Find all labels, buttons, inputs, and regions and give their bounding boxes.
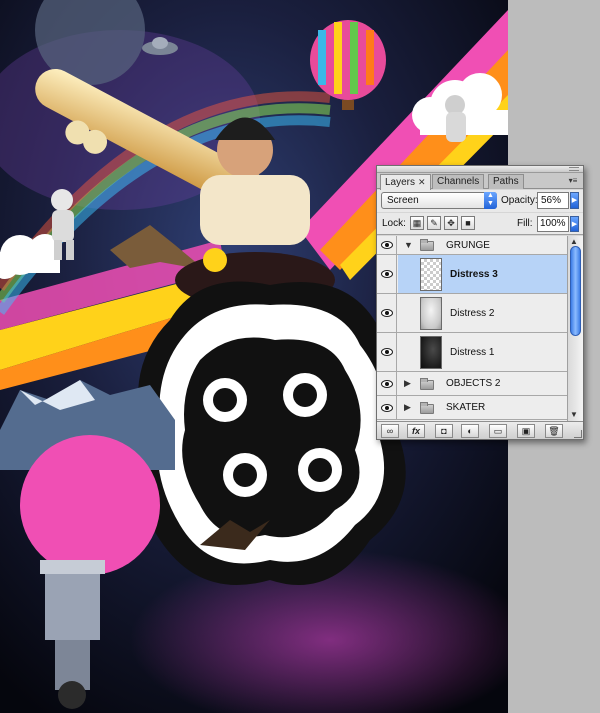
tab-layers[interactable]: Layers ✕	[380, 174, 431, 190]
folder-icon	[420, 239, 434, 251]
big-air-logo	[133, 281, 412, 585]
layer-name: Distress 2	[450, 308, 495, 319]
collapse-grip-icon[interactable]	[569, 167, 579, 171]
adjustment-layer-icon[interactable]: ◐	[461, 424, 479, 438]
tab-paths-label: Paths	[493, 176, 519, 187]
panel-tabs: Layers ✕ Channels Paths ▾≡	[377, 173, 583, 190]
tab-channels[interactable]: Channels	[432, 174, 485, 189]
layers-list: ▼ GRUNGE Distress 3 Distress 2 Distress …	[377, 236, 567, 421]
layer-name: SKATER	[446, 402, 486, 413]
collapsed-triangle-icon[interactable]: ▶	[404, 378, 411, 389]
lock-label: Lock:	[382, 218, 406, 229]
layer-name: Distress 1	[450, 347, 495, 358]
scroll-up-icon[interactable]: ▲	[570, 237, 578, 246]
blend-mode-select[interactable]: Screen ▲ ▼	[381, 192, 497, 209]
tab-paths[interactable]: Paths	[488, 174, 524, 189]
lock-row: Lock: ▦ ✎ ✥ ■ Fill: 100% ▶	[377, 213, 583, 235]
layer-group-objects-2[interactable]: ▶ OBJECTS 2	[377, 372, 567, 396]
opacity-input[interactable]: 56%	[537, 192, 569, 209]
layer-thumbnail	[420, 297, 442, 330]
folder-icon	[420, 402, 434, 414]
opacity-value: 56%	[541, 195, 562, 206]
layers-scrollbar[interactable]: ▲ ▼	[567, 236, 583, 421]
layer-group-skater[interactable]: ▶ SKATER	[377, 396, 567, 420]
tab-layers-label: Layers	[385, 177, 416, 188]
lock-all-icon[interactable]: ■	[461, 216, 475, 230]
fx-icon[interactable]: fx	[407, 424, 425, 438]
layer-name: GRUNGE	[446, 240, 490, 251]
fx-label: fx	[411, 426, 420, 436]
eye-icon[interactable]	[381, 270, 393, 278]
folder-icon	[420, 378, 434, 390]
eye-icon[interactable]	[381, 348, 393, 356]
scroll-down-icon[interactable]: ▼	[570, 410, 578, 419]
new-layer-icon[interactable]: ▣	[517, 424, 535, 438]
scroll-thumb[interactable]	[570, 246, 581, 336]
layer-thumbnail	[420, 336, 442, 369]
trash-icon[interactable]: 🗑	[545, 424, 563, 438]
lock-position-icon[interactable]: ✥	[444, 216, 458, 230]
yellow-dot	[203, 248, 227, 272]
collapsed-triangle-icon[interactable]: ▶	[404, 402, 411, 413]
panel-menu-icon[interactable]: ▾≡	[566, 175, 580, 187]
panel-titlebar[interactable]	[377, 166, 583, 173]
layer-mask-icon[interactable]: ◘	[435, 424, 453, 438]
layer-name: Distress 3	[450, 269, 498, 280]
blend-options-row: Screen ▲ ▼ Opacity: 56% ▶	[377, 190, 583, 212]
eye-icon[interactable]	[381, 404, 393, 412]
layer-distress-2[interactable]: Distress 2	[377, 294, 567, 333]
close-tab-icon[interactable]: ✕	[418, 177, 426, 187]
expanded-triangle-icon[interactable]: ▼	[404, 240, 413, 250]
new-group-icon[interactable]: ▭	[489, 424, 507, 438]
eye-icon[interactable]	[381, 241, 393, 249]
opacity-label: Opacity:	[501, 195, 538, 206]
astronaut-right	[445, 95, 466, 142]
layer-thumbnail	[420, 258, 442, 291]
eye-icon[interactable]	[381, 309, 393, 317]
lock-transparent-pixels-icon[interactable]: ▦	[410, 216, 424, 230]
opacity-slider-button[interactable]: ▶	[570, 192, 579, 209]
fill-input[interactable]: 100%	[537, 216, 569, 232]
fill-value: 100%	[540, 218, 566, 229]
fill-slider-button[interactable]: ▶	[570, 216, 579, 232]
cloud-left	[0, 234, 61, 279]
select-arrows-icon: ▲ ▼	[484, 192, 497, 209]
eye-icon[interactable]	[381, 380, 393, 388]
link-layers-icon[interactable]: ∞	[381, 424, 399, 438]
blend-mode-value: Screen	[387, 195, 419, 206]
layer-name: OBJECTS 2	[446, 378, 501, 389]
fill-label: Fill:	[517, 218, 533, 229]
layer-group-grunge[interactable]: ▼ GRUNGE	[377, 236, 567, 255]
pink-circle	[20, 435, 160, 575]
layer-distress-3[interactable]: Distress 3	[377, 255, 567, 294]
layers-panel: Layers ✕ Channels Paths ▾≡ Screen ▲ ▼ Opac…	[376, 165, 584, 440]
tab-channels-label: Channels	[437, 176, 480, 187]
resize-grip-icon[interactable]	[574, 430, 582, 438]
lock-image-pixels-icon[interactable]: ✎	[427, 216, 441, 230]
panel-bottom-bar: ∞ fx ◘ ◐ ▭ ▣ 🗑	[377, 421, 583, 439]
layer-distress-1[interactable]: Distress 1	[377, 333, 567, 372]
